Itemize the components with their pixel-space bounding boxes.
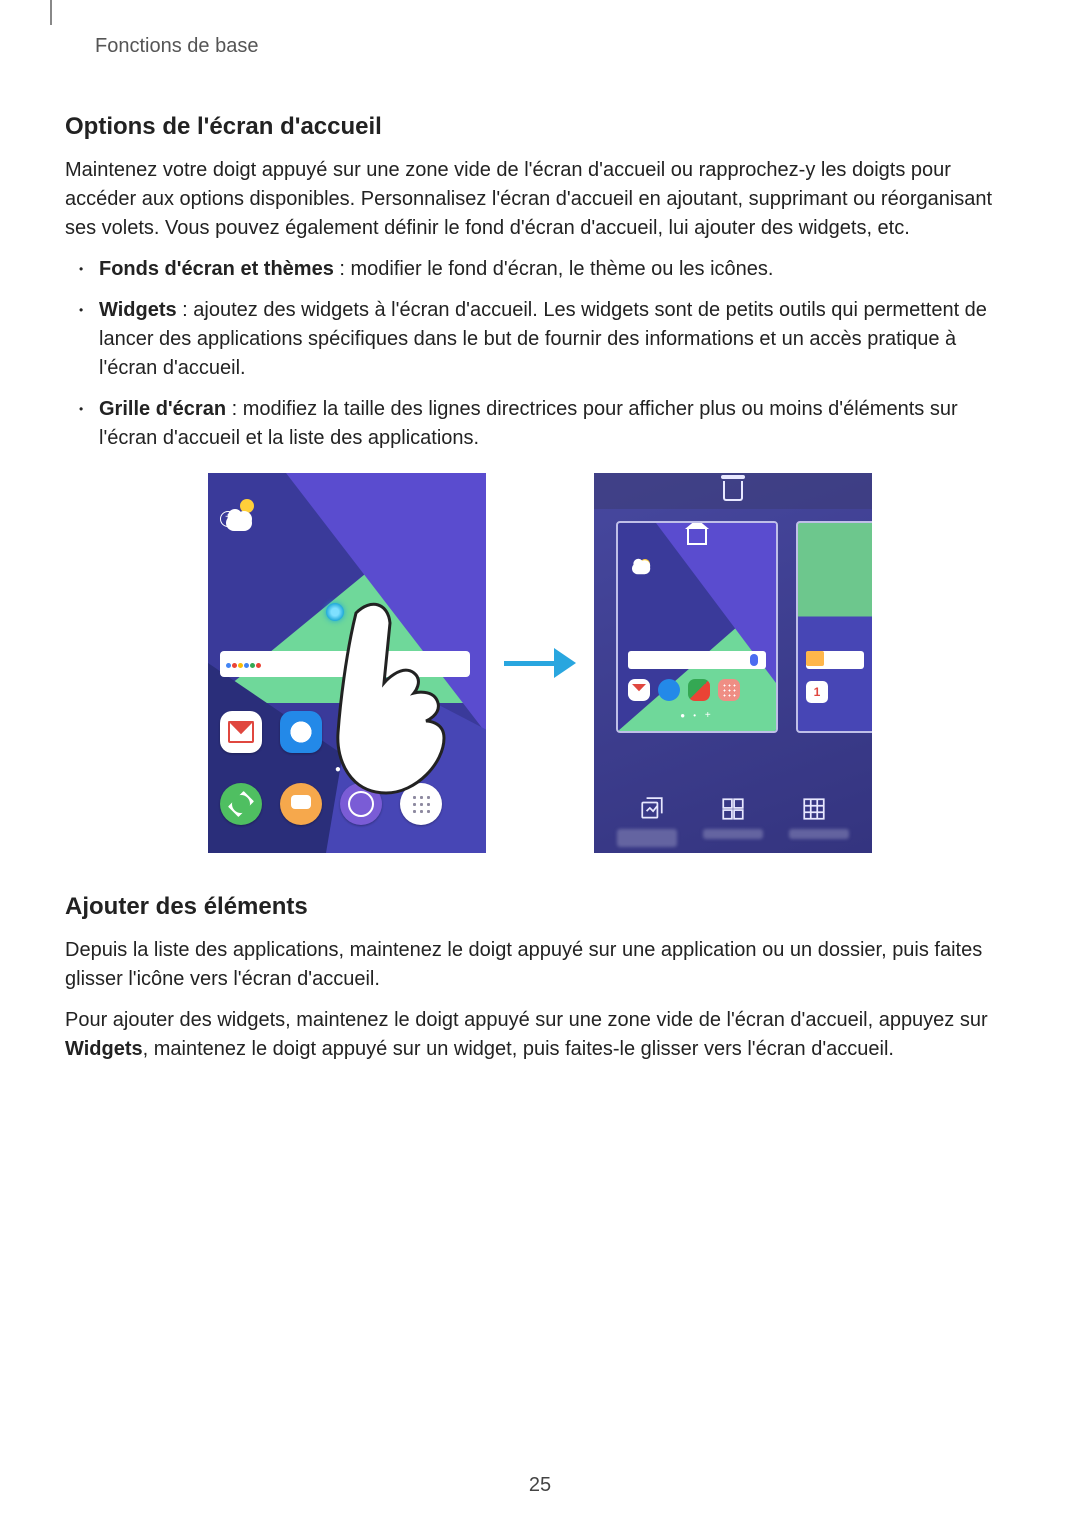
screen-grid-icon: [800, 795, 828, 823]
page-indicator: ● •: [208, 764, 486, 775]
play-store-icon: [340, 711, 382, 753]
home-options-labels: [594, 829, 872, 847]
weather-widget-icon: [628, 561, 650, 579]
section-intro: Maintenez votre doigt appuyé sur une zon…: [65, 156, 1015, 243]
widgets-icon: [719, 795, 747, 823]
bullet-bold: Widgets: [99, 299, 177, 321]
home-panel-thumbnail-next: 1: [796, 521, 872, 733]
section2-p2: Pour ajouter des widgets, maintenez le d…: [65, 1006, 1015, 1064]
mail-icon: [220, 711, 262, 753]
bullet-list: Fonds d'écran et thèmes : modifier le fo…: [65, 255, 1015, 453]
bullet-bold: Grille d'écran: [99, 398, 226, 420]
messages-icon: [280, 783, 322, 825]
mail-icon: [628, 679, 650, 701]
app-row: [220, 711, 382, 753]
home-options-row: [594, 795, 872, 823]
browser-icon: [658, 679, 680, 701]
arrow-right-icon: [504, 648, 576, 678]
phone-icon: [220, 783, 262, 825]
section2-p2-pre: Pour ajouter des widgets, maintenez le d…: [65, 1009, 988, 1031]
browser-icon: [280, 711, 322, 753]
play-store-icon: [688, 679, 710, 701]
section-title-add: Ajouter des éléments: [65, 893, 1015, 921]
header-rule: [50, 0, 52, 25]
bullet-text: : ajoutez des widgets à l'écran d'accuei…: [99, 299, 987, 379]
phone-before: + ● •: [208, 473, 486, 853]
google-search-bar: [628, 651, 766, 669]
remove-bar: [594, 473, 872, 509]
breadcrumb: Fonctions de base: [95, 35, 1015, 58]
home-indicator-icon: [687, 529, 707, 545]
phone-after: ● • 1: [594, 473, 872, 853]
trash-icon: [723, 481, 743, 501]
calendar-icon: 1: [806, 681, 828, 703]
wallpapers-themes-icon: [638, 795, 666, 823]
section-title-options: Options de l'écran d'accueil: [65, 113, 1015, 141]
touch-point-icon: [326, 603, 344, 621]
bullet-item: Fonds d'écran et thèmes : modifier le fo…: [65, 255, 1015, 284]
section2-p1: Depuis la liste des applications, mainte…: [65, 936, 1015, 994]
page-indicator: ● •: [618, 710, 776, 721]
folder-icon: [806, 651, 824, 666]
apps-grid-icon: [400, 783, 442, 825]
bullet-bold: Fonds d'écran et thèmes: [99, 258, 334, 280]
bullet-item: Widgets : ajoutez des widgets à l'écran …: [65, 296, 1015, 383]
dock-row: [220, 783, 442, 825]
home-panel-thumbnail: ● •: [616, 521, 778, 733]
bullet-text: : modifiez la taille des lignes directri…: [99, 398, 958, 449]
weather-widget-icon: +: [222, 501, 258, 531]
section2-p2-bold: Widgets: [65, 1038, 143, 1060]
figure-row: + ● •: [65, 473, 1015, 853]
page-number: 25: [0, 1474, 1080, 1497]
apps-folder-icon: [718, 679, 740, 701]
section2-p2-post: , maintenez le doigt appuyé sur un widge…: [143, 1038, 894, 1060]
internet-icon: [340, 783, 382, 825]
app-row: [628, 679, 740, 701]
bullet-item: Grille d'écran : modifiez la taille des …: [65, 395, 1015, 453]
google-search-bar: [220, 651, 470, 677]
mic-icon: [750, 654, 758, 666]
bullet-text: : modifier le fond d'écran, le thème ou …: [334, 258, 774, 280]
